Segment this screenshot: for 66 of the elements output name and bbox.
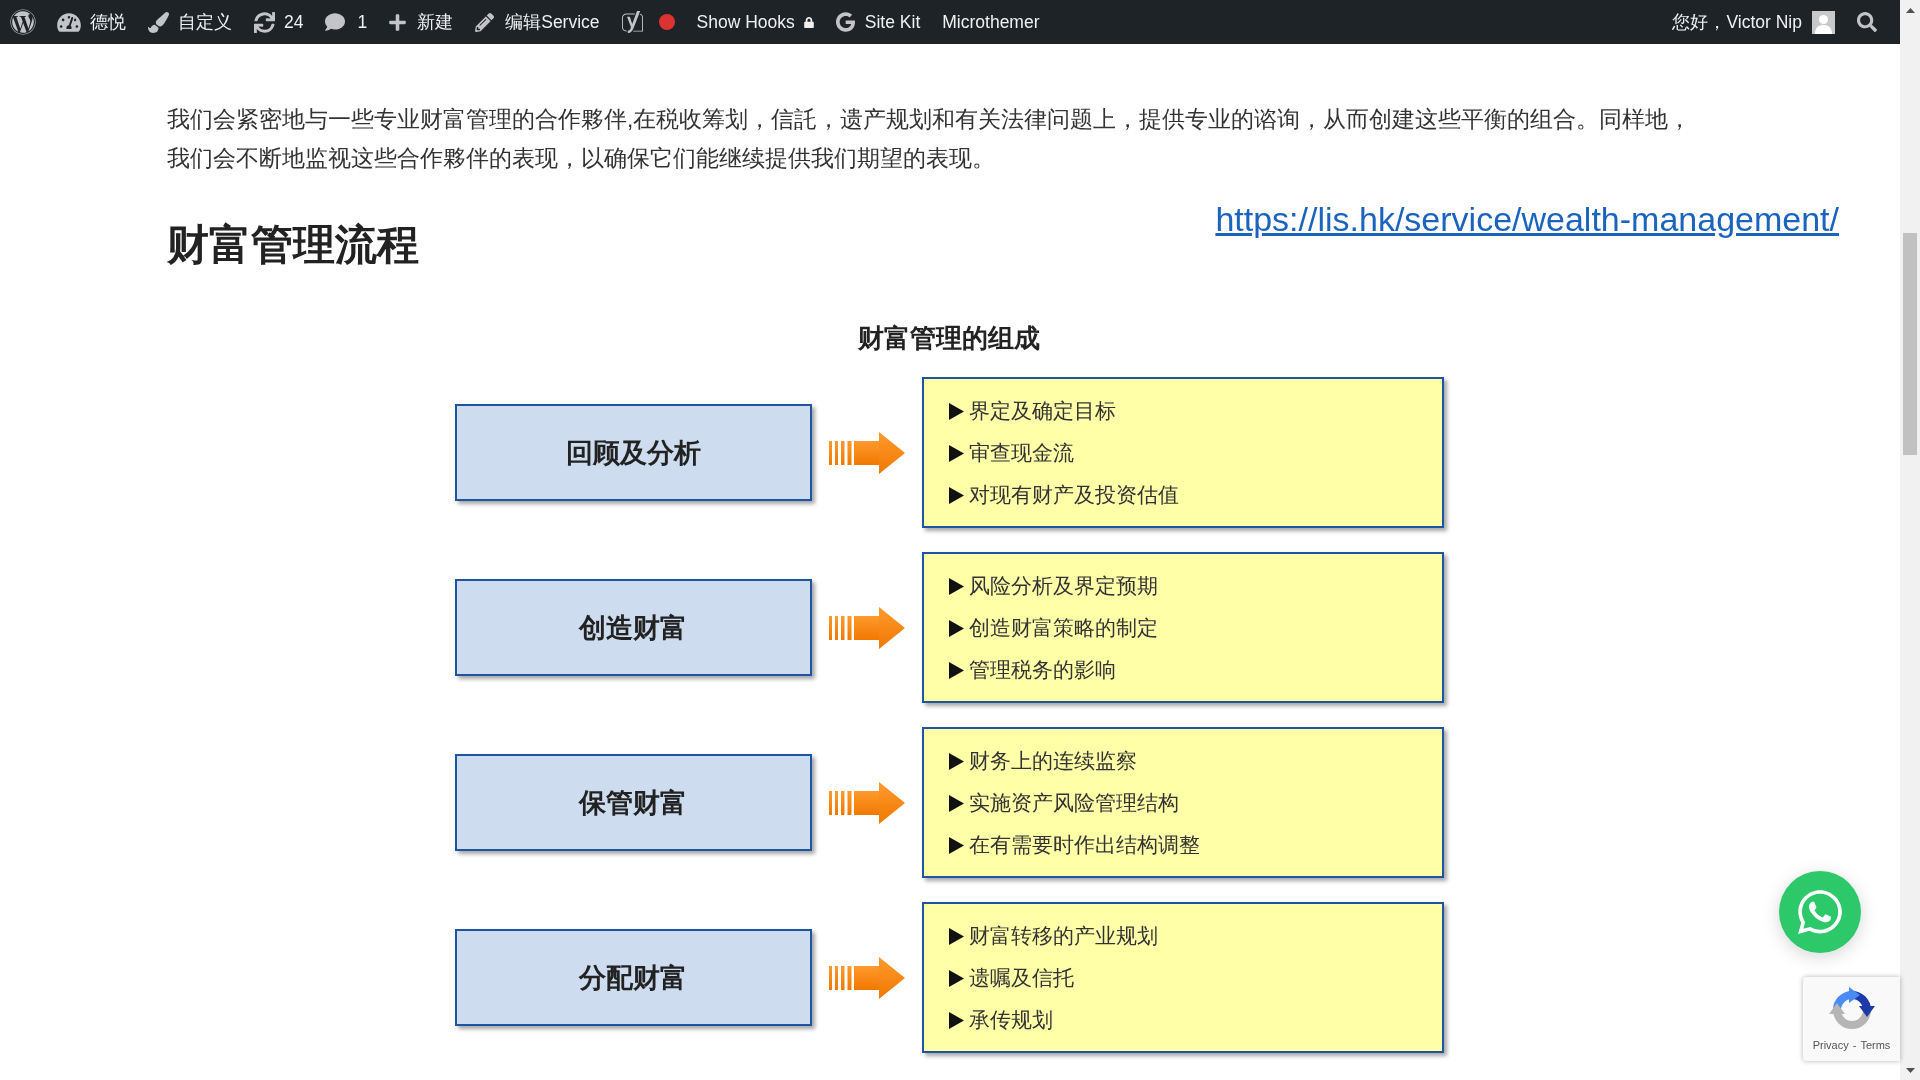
scrollbar-thumb[interactable]	[1903, 233, 1917, 455]
stage-card: 保管财富	[454, 754, 812, 851]
account-link[interactable]: 您好，Victor Nip	[1661, 0, 1846, 44]
updates-link[interactable]: 24	[243, 0, 315, 44]
triangle-bullet-icon	[948, 969, 964, 987]
refresh-icon	[254, 11, 275, 33]
task-text: 对现有财产及投资估值	[968, 482, 1179, 508]
intro-paragraph: 我们会紧密地与一些专业财富管理的合作夥伴,在税收筹划，信託，遗产规划和有关法律问题上，提供专业的谘询，从而创建这些平衡的组合。同样地，我们会不断地监视这些合作夥伴的表现，以确保它们能继续提供我们期望的表现。	[167, 105, 1693, 173]
page-url-link[interactable]: https://lis.hk/service/wealth-management/	[1215, 201, 1839, 237]
diagram-title: 财富管理的组成	[858, 322, 1040, 355]
task-text: 遗嘱及信托	[968, 965, 1074, 991]
comment-icon	[325, 12, 346, 32]
task-text: 创造财富策略的制定	[968, 615, 1158, 641]
task-text: 财富转移的产业规划	[968, 923, 1158, 949]
lock-icon	[803, 16, 814, 28]
striped-arrow-icon	[828, 781, 905, 824]
show-hooks-link[interactable]: Show Hooks	[685, 0, 825, 44]
task-text: 在有需要时作出结构调整	[968, 832, 1200, 858]
striped-arrow-icon	[828, 956, 905, 999]
site-name-link[interactable]: 德悦	[46, 0, 137, 44]
triangle-bullet-icon	[948, 444, 964, 462]
striped-arrow-icon	[828, 431, 905, 474]
y-logo-icon[interactable]	[621, 10, 643, 34]
w-logo-icon[interactable]	[10, 9, 36, 35]
task-text: 管理税务的影响	[968, 657, 1116, 683]
triangle-bullet-icon	[948, 661, 964, 679]
pencil-icon	[475, 12, 495, 32]
triangle-bullet-icon	[948, 577, 964, 595]
terms-link[interactable]: Terms	[1860, 1039, 1891, 1051]
scroll-up-icon[interactable]	[1905, 7, 1915, 13]
triangle-bullet-icon	[948, 927, 964, 945]
triangle-bullet-icon	[948, 619, 964, 637]
avatar-icon	[1812, 10, 1835, 34]
triangle-bullet-icon	[948, 1011, 964, 1029]
task-text: 承传规划	[968, 1007, 1053, 1033]
gauge-icon	[57, 11, 81, 33]
task-text: 审查现金流	[968, 440, 1074, 466]
search-icon[interactable]	[1857, 12, 1877, 32]
stage-card: 分配财富	[454, 929, 812, 1026]
site-kit-link[interactable]: Site Kit	[824, 0, 932, 44]
g-logo-icon	[835, 12, 855, 32]
triangle-bullet-icon	[948, 402, 964, 420]
triangle-bullet-icon	[948, 486, 964, 504]
striped-arrow-icon	[828, 606, 905, 649]
task-text: 界定及确定目标	[968, 398, 1116, 424]
separator-text: -	[1852, 1039, 1857, 1051]
customize-link[interactable]: 自定义	[137, 0, 243, 44]
edit-link[interactable]: 编辑Service	[464, 0, 611, 44]
comments-link[interactable]: 1	[314, 0, 379, 44]
microthemer-link[interactable]: Microthemer	[931, 0, 1051, 44]
task-text: 财务上的连续监察	[968, 748, 1137, 774]
scroll-down-icon[interactable]	[1905, 1067, 1915, 1073]
triangle-bullet-icon	[948, 752, 964, 770]
triangle-bullet-icon	[948, 836, 964, 854]
task-text: 风险分析及界定预期	[968, 573, 1158, 599]
phone-bubble-icon	[1798, 887, 1842, 937]
triangle-bullet-icon	[948, 794, 964, 812]
task-text: 实施资产风险管理结构	[968, 790, 1179, 816]
status-dot-icon	[658, 14, 675, 30]
new-link[interactable]: 新建	[378, 0, 465, 44]
section-heading: 财富管理流程	[167, 220, 419, 270]
privacy-link[interactable]: Privacy	[1812, 1039, 1849, 1051]
plus-icon	[389, 12, 407, 32]
brush-icon	[148, 11, 169, 33]
stage-card: 回顾及分析	[454, 404, 812, 501]
stage-card: 创造财富	[454, 579, 812, 676]
